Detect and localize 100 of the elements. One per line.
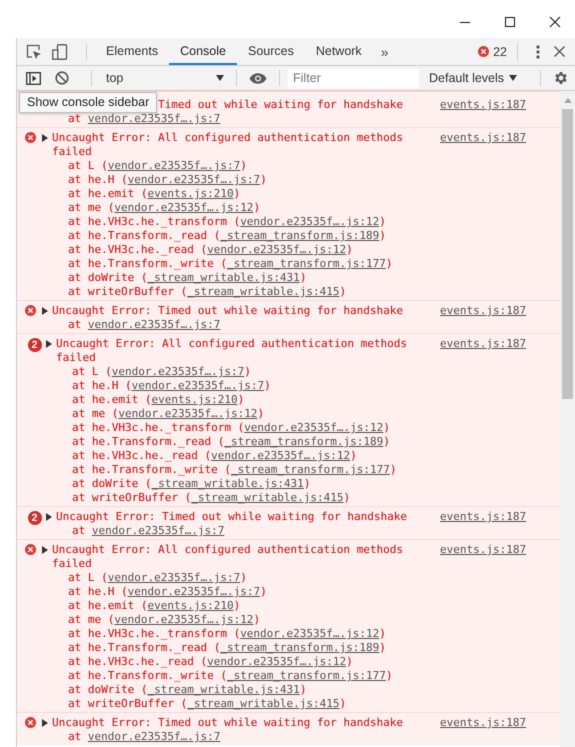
- stack-frame: at me (vendor.e23535f….js:12): [46, 407, 435, 421]
- source-link[interactable]: vendor.e23535f….js:7: [92, 524, 224, 537]
- scrollbar-thumb[interactable]: [562, 109, 573, 399]
- source-link[interactable]: vendor.e23535f….js:12: [118, 407, 258, 420]
- source-link[interactable]: _stream_transform.js:177: [226, 669, 386, 682]
- source-link[interactable]: _stream_transform.js:189: [224, 435, 384, 448]
- stack-frame: at L (vendor.e23535f….js:7): [42, 571, 435, 585]
- clear-console-icon[interactable]: [55, 71, 69, 85]
- source-link[interactable]: _stream_transform.js:177: [226, 257, 386, 270]
- settings-icon[interactable]: [553, 70, 569, 86]
- source-link[interactable]: _stream_writable.js:415: [187, 697, 340, 710]
- source-link[interactable]: _stream_writable.js:431: [147, 683, 300, 696]
- stack-frame: at vendor.e23535f….js:7: [42, 318, 435, 332]
- source-link[interactable]: _stream_transform.js:189: [220, 229, 380, 242]
- source-link[interactable]: vendor.e23535f….js:7: [132, 379, 264, 392]
- source-link[interactable]: vendor.e23535f….js:12: [240, 627, 380, 640]
- device-icon[interactable]: [52, 44, 68, 60]
- source-link[interactable]: vendor.e23535f….js:7: [88, 318, 220, 331]
- stack-frame: at me (vendor.e23535f….js:12): [42, 613, 435, 627]
- source-link[interactable]: _stream_writable.js:415: [191, 491, 344, 504]
- source-link[interactable]: events.js:187: [440, 304, 526, 317]
- expand-triangle-icon[interactable]: [46, 340, 52, 348]
- source-link[interactable]: _stream_writable.js:431: [147, 271, 300, 284]
- context-select[interactable]: top: [100, 71, 228, 85]
- source-link[interactable]: vendor.e23535f….js:12: [207, 655, 346, 668]
- sidebar-toggle-icon[interactable]: [26, 72, 41, 84]
- close-icon[interactable]: [549, 16, 561, 28]
- source-link[interactable]: vendor.e23535f….js:7: [88, 730, 220, 743]
- source-link[interactable]: _stream_writable.js:431: [151, 477, 304, 490]
- expand-triangle-icon[interactable]: [42, 307, 48, 315]
- source-link[interactable]: _stream_writable.js:415: [187, 285, 340, 298]
- filter-field[interactable]: Filter: [288, 68, 419, 88]
- source-link[interactable]: events.js:187: [440, 337, 526, 350]
- inspect-icon[interactable]: [26, 44, 42, 60]
- error-icon: [25, 717, 36, 728]
- source-link[interactable]: _stream_transform.js:189: [220, 641, 380, 654]
- error-icon: [25, 132, 36, 143]
- more-tabs-button[interactable]: »: [372, 44, 396, 60]
- close-icon[interactable]: [554, 46, 565, 57]
- expand-triangle-icon[interactable]: [42, 134, 48, 142]
- stack-frame: at L (vendor.e23535f….js:7): [42, 159, 435, 173]
- tooltip: Show console sidebar: [19, 92, 158, 113]
- expand-triangle-icon[interactable]: [42, 546, 48, 554]
- tab[interactable]: Network: [304, 38, 373, 65]
- source-link[interactable]: vendor.e23535f….js:7: [108, 571, 240, 584]
- expand-triangle-icon[interactable]: [46, 513, 52, 521]
- source-link[interactable]: events.js:210: [151, 393, 238, 406]
- source-link[interactable]: _stream_transform.js:177: [230, 463, 390, 476]
- more-options-icon[interactable]: [536, 44, 540, 58]
- source-link[interactable]: events.js:187: [440, 510, 526, 523]
- stack-frame: at he.emit (events.js:210): [42, 599, 435, 613]
- expand-triangle-icon[interactable]: [42, 719, 48, 727]
- source-link[interactable]: vendor.e23535f….js:12: [211, 449, 350, 462]
- caret-icon: [216, 75, 224, 81]
- source-link[interactable]: vendor.e23535f….js:7: [112, 365, 244, 378]
- levels-label: Default levels: [429, 71, 504, 85]
- error-icon: [25, 305, 36, 316]
- stack-frame: at he.H (vendor.e23535f….js:7): [42, 173, 435, 187]
- error-message: Uncaught Error: Timed out while waiting for handshake: [56, 510, 407, 524]
- source-link[interactable]: vendor.e23535f….js:7: [128, 173, 260, 186]
- source-link[interactable]: vendor.e23535f….js:7: [128, 585, 260, 598]
- stack-frame: at vendor.e23535f….js:7: [42, 112, 435, 126]
- source-link[interactable]: events.js:210: [147, 599, 234, 612]
- source-link[interactable]: vendor.e23535f….js:12: [244, 421, 384, 434]
- error-count[interactable]: 22: [476, 44, 509, 58]
- stack-frame: at doWrite (_stream_writable.js:431): [42, 683, 435, 697]
- error-message: Uncaught Error: Timed out while waiting for handshake: [52, 716, 403, 730]
- source-link[interactable]: events.js:187: [440, 131, 526, 144]
- scrollbar[interactable]: [560, 91, 575, 747]
- error-message: Timed out while waiting for handshake: [158, 98, 404, 112]
- source-link[interactable]: events.js:210: [147, 187, 234, 200]
- source-link[interactable]: vendor.e23535f….js:12: [207, 243, 346, 256]
- source-link[interactable]: vendor.e23535f….js:7: [88, 112, 220, 125]
- levels-dropdown[interactable]: Default levels: [425, 71, 522, 85]
- tab[interactable]: Sources: [236, 38, 305, 65]
- stack-frame: at doWrite (_stream_writable.js:431): [46, 477, 435, 491]
- stack-frame: at he.VH3c.he._read (vendor.e23535f….js:12): [46, 449, 435, 463]
- stack-frame: at writeOrBuffer (_stream_writable.js:415): [42, 697, 435, 711]
- source-link[interactable]: vendor.e23535f….js:12: [240, 215, 380, 228]
- stack-frame: at he.VH3c.he._transform (vendor.e23535f….js:12): [42, 215, 435, 229]
- stack-frame: at writeOrBuffer (_stream_writable.js:415): [42, 285, 435, 299]
- stack-frame: at he.Transform._write (_stream_transform.js:177): [42, 257, 435, 271]
- stack-frame: at me (vendor.e23535f….js:12): [42, 201, 435, 215]
- error-icon: [478, 46, 490, 57]
- stack-frame: at he.H (vendor.e23535f….js:7): [42, 585, 435, 599]
- eye-icon[interactable]: [249, 72, 267, 84]
- source-link[interactable]: events.js:187: [440, 543, 526, 556]
- source-link[interactable]: vendor.e23535f….js:12: [114, 201, 254, 214]
- tab[interactable]: Elements: [95, 38, 170, 65]
- source-link[interactable]: events.js:187: [440, 98, 526, 111]
- source-link[interactable]: vendor.e23535f….js:12: [114, 613, 254, 626]
- source-link[interactable]: events.js:187: [440, 716, 526, 729]
- source-link[interactable]: vendor.e23535f….js:7: [108, 159, 240, 172]
- repeat-count: 2: [28, 338, 42, 352]
- stack-frame: at he.emit (events.js:210): [42, 187, 435, 201]
- repeat-count: 2: [28, 511, 42, 525]
- stack-frame: at vendor.e23535f….js:7: [42, 730, 435, 744]
- maximize-icon[interactable]: [504, 16, 516, 28]
- stack-frame: at he.VH3c.he._transform (vendor.e23535f….js:12): [42, 627, 435, 641]
- stack-frame: at he.H (vendor.e23535f….js:7): [46, 379, 435, 393]
